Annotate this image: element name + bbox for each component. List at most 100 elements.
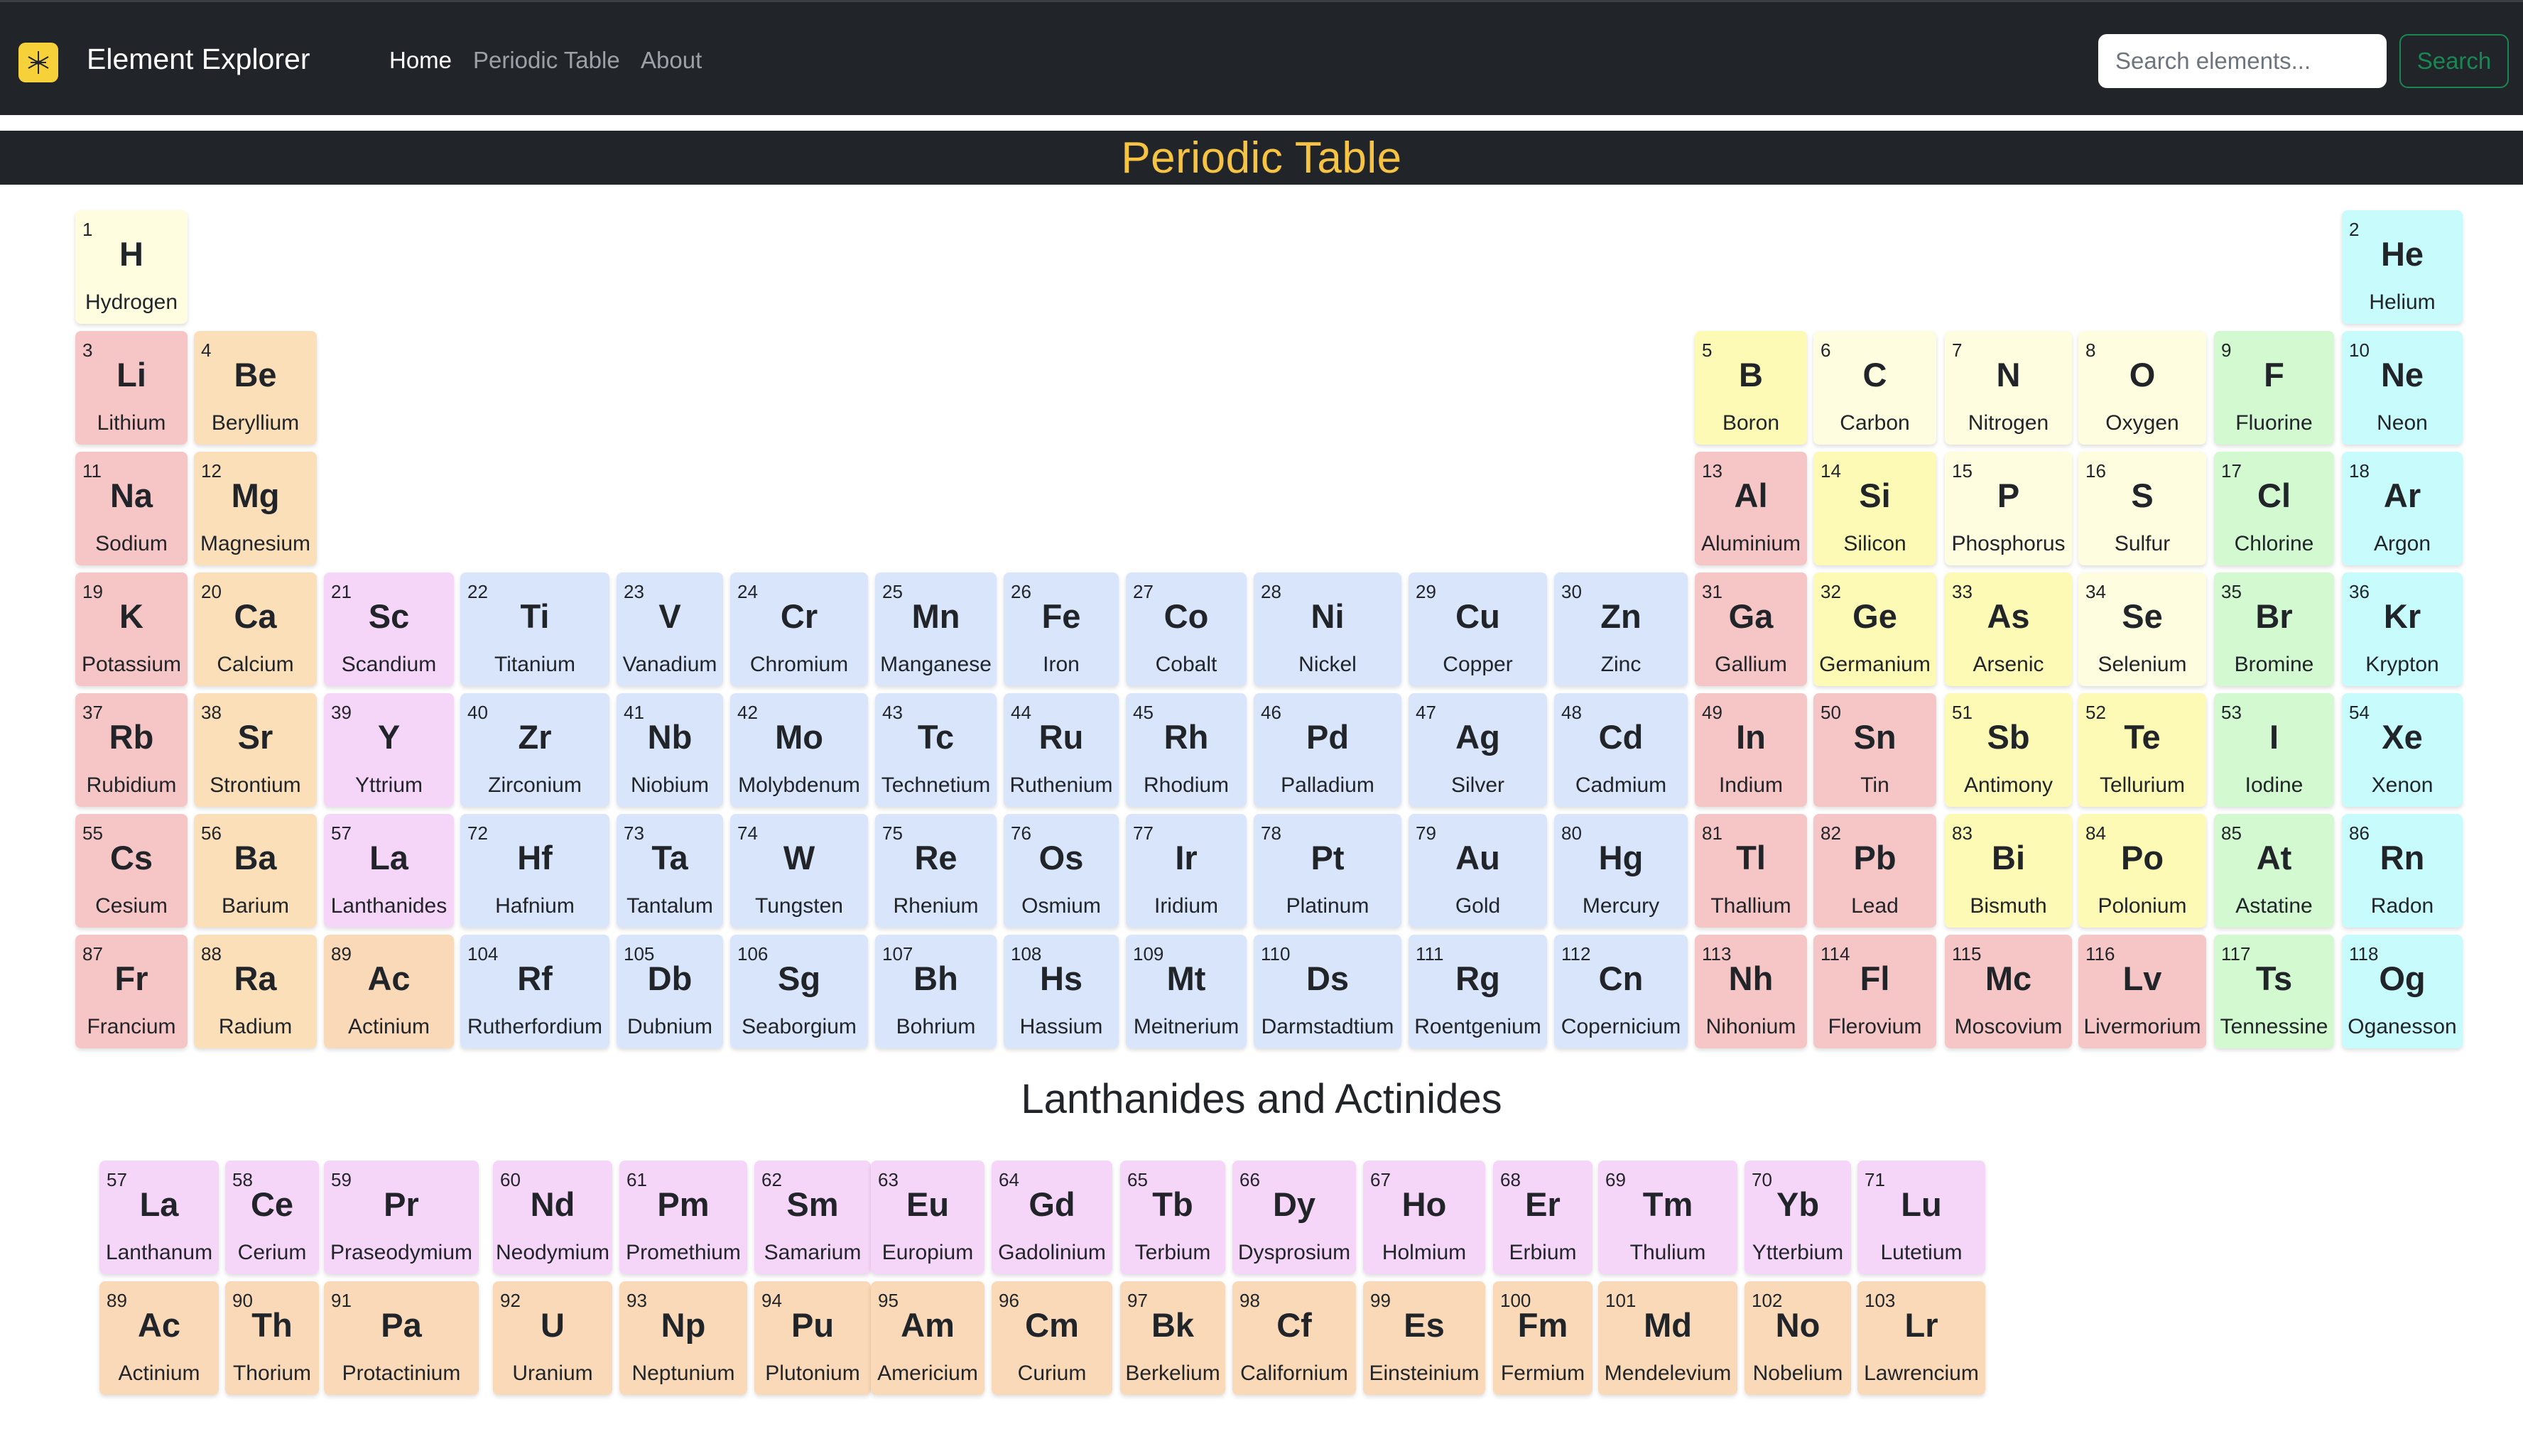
element-cell-kr[interactable]: 36 Kr Krypton bbox=[2342, 572, 2463, 686]
fblock-cell-bk[interactable]: 97 Bk Berkelium bbox=[1120, 1281, 1225, 1395]
fblock-cell-pm[interactable]: 61 Pm Promethium bbox=[619, 1161, 747, 1274]
element-cell-la[interactable]: 57 La Lanthanides bbox=[324, 814, 454, 928]
element-cell-al[interactable]: 13 Al Aluminium bbox=[1695, 452, 1807, 565]
fblock-cell-pu[interactable]: 94 Pu Plutonium bbox=[754, 1281, 871, 1395]
element-cell-mg[interactable]: 12 Mg Magnesium bbox=[194, 452, 317, 565]
element-cell-cd[interactable]: 48 Cd Cadmium bbox=[1554, 693, 1688, 807]
element-cell-s[interactable]: 16 S Sulfur bbox=[2078, 452, 2206, 565]
element-cell-ds[interactable]: 110 Ds Darmstadtium bbox=[1254, 935, 1401, 1048]
fblock-cell-no[interactable]: 102 No Nobelium bbox=[1745, 1281, 1851, 1395]
element-cell-in[interactable]: 49 In Indium bbox=[1695, 693, 1807, 807]
element-cell-cl[interactable]: 17 Cl Chlorine bbox=[2214, 452, 2334, 565]
search-input[interactable] bbox=[2098, 34, 2387, 88]
element-cell-mt[interactable]: 109 Mt Meitnerium bbox=[1126, 935, 1247, 1048]
fblock-cell-er[interactable]: 68 Er Erbium bbox=[1493, 1161, 1593, 1274]
element-cell-bh[interactable]: 107 Bh Bohrium bbox=[875, 935, 997, 1048]
element-cell-bi[interactable]: 83 Bi Bismuth bbox=[1945, 814, 2072, 928]
element-cell-f[interactable]: 9 F Fluorine bbox=[2214, 331, 2334, 445]
element-cell-ra[interactable]: 88 Ra Radium bbox=[194, 935, 317, 1048]
element-cell-c[interactable]: 6 C Carbon bbox=[1813, 331, 1936, 445]
element-cell-pt[interactable]: 78 Pt Platinum bbox=[1254, 814, 1401, 928]
element-cell-pd[interactable]: 46 Pd Palladium bbox=[1254, 693, 1401, 807]
element-cell-as[interactable]: 33 As Arsenic bbox=[1945, 572, 2072, 686]
element-cell-fl[interactable]: 114 Fl Flerovium bbox=[1813, 935, 1936, 1048]
fblock-cell-am[interactable]: 95 Am Americium bbox=[871, 1281, 984, 1395]
fblock-cell-yb[interactable]: 70 Yb Ytterbium bbox=[1745, 1161, 1851, 1274]
element-cell-ga[interactable]: 31 Ga Gallium bbox=[1695, 572, 1807, 686]
element-cell-ir[interactable]: 77 Ir Iridium bbox=[1126, 814, 1247, 928]
element-cell-sr[interactable]: 38 Sr Strontium bbox=[194, 693, 317, 807]
element-cell-cu[interactable]: 29 Cu Copper bbox=[1409, 572, 1547, 686]
element-cell-cn[interactable]: 112 Cn Copernicium bbox=[1554, 935, 1688, 1048]
fblock-cell-ac[interactable]: 89 Ac Actinium bbox=[99, 1281, 219, 1395]
element-cell-fr[interactable]: 87 Fr Francium bbox=[75, 935, 188, 1048]
element-cell-re[interactable]: 75 Re Rhenium bbox=[875, 814, 997, 928]
element-cell-ti[interactable]: 22 Ti Titanium bbox=[460, 572, 609, 686]
element-cell-mn[interactable]: 25 Mn Manganese bbox=[875, 572, 997, 686]
element-cell-ts[interactable]: 117 Ts Tennessine bbox=[2214, 935, 2334, 1048]
element-cell-og[interactable]: 118 Og Oganesson bbox=[2342, 935, 2463, 1048]
element-cell-zr[interactable]: 40 Zr Zirconium bbox=[460, 693, 609, 807]
element-cell-hs[interactable]: 108 Hs Hassium bbox=[1004, 935, 1119, 1048]
element-cell-rh[interactable]: 45 Rh Rhodium bbox=[1126, 693, 1247, 807]
element-cell-br[interactable]: 35 Br Bromine bbox=[2214, 572, 2334, 686]
element-cell-hg[interactable]: 80 Hg Mercury bbox=[1554, 814, 1688, 928]
fblock-cell-tm[interactable]: 69 Tm Thulium bbox=[1598, 1161, 1737, 1274]
fblock-cell-es[interactable]: 99 Es Einsteinium bbox=[1363, 1281, 1485, 1395]
element-cell-he[interactable]: 2 He Helium bbox=[2342, 210, 2463, 324]
element-cell-ag[interactable]: 47 Ag Silver bbox=[1409, 693, 1547, 807]
element-cell-i[interactable]: 53 I Iodine bbox=[2214, 693, 2334, 807]
element-cell-li[interactable]: 3 Li Lithium bbox=[75, 331, 188, 445]
element-cell-v[interactable]: 23 V Vanadium bbox=[617, 572, 723, 686]
element-cell-at[interactable]: 85 At Astatine bbox=[2214, 814, 2334, 928]
fblock-cell-u[interactable]: 92 U Uranium bbox=[493, 1281, 612, 1395]
fblock-cell-ho[interactable]: 67 Ho Holmium bbox=[1363, 1161, 1485, 1274]
element-cell-y[interactable]: 39 Y Yttrium bbox=[324, 693, 454, 807]
element-cell-sn[interactable]: 50 Sn Tin bbox=[1813, 693, 1936, 807]
element-cell-ne[interactable]: 10 Ne Neon bbox=[2342, 331, 2463, 445]
element-cell-sc[interactable]: 21 Sc Scandium bbox=[324, 572, 454, 686]
element-cell-ru[interactable]: 44 Ru Ruthenium bbox=[1004, 693, 1119, 807]
atom-icon[interactable] bbox=[18, 43, 58, 82]
element-cell-k[interactable]: 19 K Potassium bbox=[75, 572, 188, 686]
element-cell-fe[interactable]: 26 Fe Iron bbox=[1004, 572, 1119, 686]
element-cell-cs[interactable]: 55 Cs Cesium bbox=[75, 814, 188, 928]
fblock-cell-gd[interactable]: 64 Gd Gadolinium bbox=[992, 1161, 1112, 1274]
fblock-cell-fm[interactable]: 100 Fm Fermium bbox=[1493, 1281, 1593, 1395]
search-button[interactable]: Search bbox=[2399, 34, 2509, 88]
element-cell-au[interactable]: 79 Au Gold bbox=[1409, 814, 1547, 928]
element-cell-ba[interactable]: 56 Ba Barium bbox=[194, 814, 317, 928]
fblock-cell-md[interactable]: 101 Md Mendelevium bbox=[1598, 1281, 1737, 1395]
element-cell-zn[interactable]: 30 Zn Zinc bbox=[1554, 572, 1688, 686]
fblock-cell-sm[interactable]: 62 Sm Samarium bbox=[754, 1161, 871, 1274]
element-cell-lv[interactable]: 116 Lv Livermorium bbox=[2078, 935, 2206, 1048]
element-cell-ar[interactable]: 18 Ar Argon bbox=[2342, 452, 2463, 565]
element-cell-rg[interactable]: 111 Rg Roentgenium bbox=[1409, 935, 1547, 1048]
element-cell-be[interactable]: 4 Be Beryllium bbox=[194, 331, 317, 445]
element-cell-co[interactable]: 27 Co Cobalt bbox=[1126, 572, 1247, 686]
fblock-cell-la[interactable]: 57 La Lanthanum bbox=[99, 1161, 219, 1274]
element-cell-n[interactable]: 7 N Nitrogen bbox=[1945, 331, 2072, 445]
element-cell-na[interactable]: 11 Na Sodium bbox=[75, 452, 188, 565]
fblock-cell-cf[interactable]: 98 Cf Californium bbox=[1232, 1281, 1356, 1395]
brand-title[interactable]: Element Explorer bbox=[87, 38, 310, 80]
element-cell-b[interactable]: 5 B Boron bbox=[1695, 331, 1807, 445]
fblock-cell-dy[interactable]: 66 Dy Dysprosium bbox=[1232, 1161, 1356, 1274]
element-cell-tc[interactable]: 43 Tc Technetium bbox=[875, 693, 997, 807]
element-cell-h[interactable]: 1 H Hydrogen bbox=[75, 210, 188, 324]
fblock-cell-cm[interactable]: 96 Cm Curium bbox=[992, 1281, 1112, 1395]
element-cell-si[interactable]: 14 Si Silicon bbox=[1813, 452, 1936, 565]
element-cell-o[interactable]: 8 O Oxygen bbox=[2078, 331, 2206, 445]
element-cell-ge[interactable]: 32 Ge Germanium bbox=[1813, 572, 1936, 686]
nav-link-home[interactable]: Home bbox=[389, 42, 452, 79]
fblock-cell-lu[interactable]: 71 Lu Lutetium bbox=[1857, 1161, 1985, 1274]
element-cell-rf[interactable]: 104 Rf Rutherfordium bbox=[460, 935, 609, 1048]
element-cell-p[interactable]: 15 P Phosphorus bbox=[1945, 452, 2072, 565]
fblock-cell-th[interactable]: 90 Th Thorium bbox=[225, 1281, 319, 1395]
element-cell-ca[interactable]: 20 Ca Calcium bbox=[194, 572, 317, 686]
element-cell-sb[interactable]: 51 Sb Antimony bbox=[1945, 693, 2072, 807]
fblock-cell-pr[interactable]: 59 Pr Praseodymium bbox=[324, 1161, 479, 1274]
element-cell-tl[interactable]: 81 Tl Thallium bbox=[1695, 814, 1807, 928]
nav-link-about[interactable]: About bbox=[641, 42, 702, 79]
element-cell-sg[interactable]: 106 Sg Seaborgium bbox=[730, 935, 868, 1048]
